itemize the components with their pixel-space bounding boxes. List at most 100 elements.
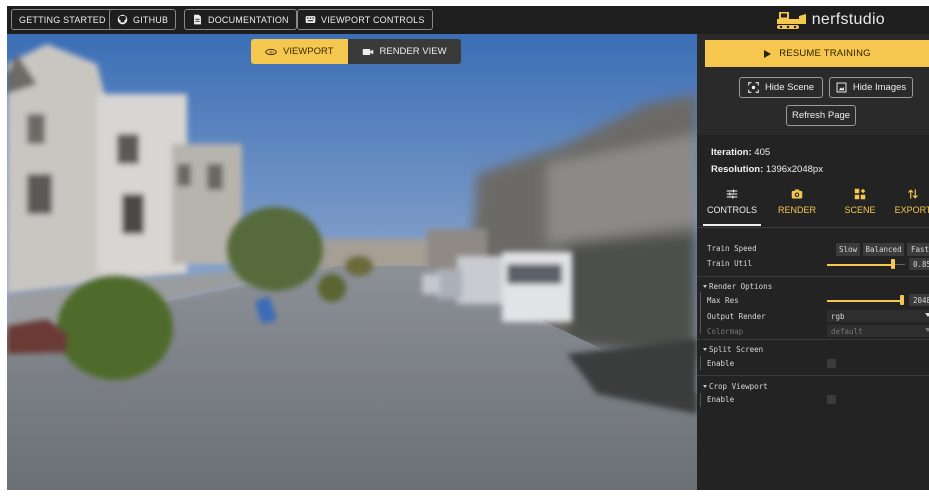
- github-icon: [117, 14, 128, 25]
- camera-icon: [791, 189, 803, 199]
- hide-scene-label: Hide Scene: [764, 82, 815, 93]
- scene-focus-icon: [748, 82, 759, 93]
- split-screen-header[interactable]: Split Screen: [703, 345, 763, 354]
- train-speed-label: Train Speed: [707, 244, 757, 253]
- section-divider: [697, 276, 929, 277]
- image-icon: [836, 82, 847, 93]
- tab-scene[interactable]: SCENE: [832, 188, 888, 224]
- crop-viewport-enable-checkbox[interactable]: [827, 395, 836, 404]
- train-util-label: Train Util: [707, 259, 753, 268]
- chevron-down-icon: [703, 385, 707, 388]
- split-screen-enable-label: Enable: [707, 359, 735, 368]
- nerfstudio-logo: nerfstudio: [775, 8, 885, 32]
- play-icon: [764, 49, 772, 58]
- scene-icon: [854, 188, 866, 200]
- video-icon: [362, 48, 373, 55]
- scene-render: [7, 34, 697, 490]
- tab-controls-label: CONTROLS: [706, 205, 757, 215]
- crop-viewport-folder-line: [700, 393, 701, 407]
- getting-started-label: GETTING STARTED: [19, 14, 106, 25]
- iteration-label: Iteration:: [711, 147, 752, 158]
- train-speed-slow-button[interactable]: Slow: [836, 243, 860, 256]
- section-divider: [697, 375, 929, 376]
- train-util-input[interactable]: 0.85: [909, 258, 929, 270]
- split-screen-enable-checkbox[interactable]: [827, 359, 836, 368]
- active-tab-indicator: [703, 224, 761, 226]
- github-label: GITHUB: [133, 14, 169, 25]
- viewport-controls-button[interactable]: VIEWPORT CONTROLS: [297, 9, 433, 30]
- keyboard-icon: [305, 16, 316, 23]
- getting-started-button[interactable]: GETTING STARTED: [11, 9, 114, 30]
- render-view-tab-label: RENDER VIEW: [379, 46, 447, 57]
- viewport-tab-label: VIEWPORT: [283, 46, 334, 57]
- chevron-down-icon: [703, 348, 707, 351]
- render-options-header[interactable]: Render Options: [703, 282, 772, 291]
- tab-export[interactable]: EXPORT: [885, 188, 929, 224]
- resolution-label: Resolution:: [711, 164, 764, 175]
- tab-render-label: RENDER: [777, 205, 816, 215]
- hide-images-button[interactable]: Hide Images: [829, 77, 913, 98]
- colormap-select[interactable]: default: [827, 325, 929, 337]
- tab-scene-label: SCENE: [844, 205, 876, 215]
- view-mode-toggle: 3D VIEWPORT RENDER VIEW: [251, 39, 461, 64]
- max-res-label: Max Res: [707, 296, 739, 305]
- hide-scene-button[interactable]: Hide Scene: [739, 77, 823, 98]
- train-speed-fast-label: Fast: [911, 245, 929, 254]
- documentation-button[interactable]: DOCUMENTATION: [184, 9, 297, 30]
- top-bar: GETTING STARTED GITHUB DOCUMENTATION VIE…: [7, 6, 929, 34]
- output-render-label: Output Render: [707, 312, 766, 321]
- chevron-down-icon: [703, 285, 707, 288]
- viewport-controls-label: VIEWPORT CONTROLS: [321, 14, 425, 25]
- tab-render[interactable]: RENDER: [769, 188, 825, 224]
- colormap-label: Colormap: [707, 327, 744, 336]
- nerfstudio-app: GETTING STARTED GITHUB DOCUMENTATION VIE…: [7, 6, 929, 490]
- svg-text:3D: 3D: [268, 50, 273, 54]
- split-screen-title: Split Screen: [709, 345, 764, 354]
- resolution-value: 1396x2048px: [765, 164, 823, 175]
- training-info: Iteration: 405 Resolution: 1396x2048px: [711, 144, 823, 178]
- train-speed-balanced-label: Balanced: [865, 245, 902, 254]
- crop-viewport-header[interactable]: Crop Viewport: [703, 382, 768, 391]
- dropdown-caret-icon: [925, 313, 929, 317]
- panel-tabs: CONTROLS RENDER SCENE EXPORT: [697, 184, 929, 226]
- control-panel: RESUME TRAINING Hide Scene Hide Images R…: [697, 34, 929, 490]
- export-icon: [908, 189, 918, 199]
- crop-viewport-title: Crop Viewport: [709, 382, 768, 391]
- resume-training-label: RESUME TRAINING: [779, 48, 871, 59]
- tab-export-label: EXPORT: [894, 205, 929, 215]
- max-res-slider-fill: [827, 300, 904, 302]
- max-res-value: 2048: [912, 295, 929, 305]
- refresh-page-button[interactable]: Refresh Page: [786, 105, 856, 126]
- max-res-slider-handle[interactable]: [900, 295, 904, 305]
- tab-controls[interactable]: CONTROLS: [704, 188, 760, 224]
- section-divider: [697, 339, 929, 340]
- documentation-label: DOCUMENTATION: [208, 14, 289, 25]
- refresh-page-label: Refresh Page: [791, 110, 851, 121]
- 3d-rotate-icon: 3D: [265, 48, 277, 55]
- sliders-icon: [726, 189, 738, 199]
- crop-viewport-enable-label: Enable: [707, 395, 735, 404]
- hide-images-label: Hide Images: [852, 82, 907, 93]
- output-render-value: rgb: [831, 311, 845, 321]
- train-speed-fast-button[interactable]: Fast: [907, 243, 929, 256]
- document-icon: [194, 14, 201, 25]
- dropdown-caret-icon: [925, 328, 929, 332]
- train-speed-balanced-button[interactable]: Balanced: [863, 243, 904, 256]
- output-render-select[interactable]: rgb: [827, 310, 929, 322]
- train-speed-slow-label: Slow: [838, 245, 858, 254]
- viewport-tab[interactable]: 3D VIEWPORT: [251, 39, 348, 64]
- iteration-value: 405: [754, 147, 771, 158]
- render-options-title: Render Options: [709, 282, 773, 291]
- 3d-viewport[interactable]: 3D VIEWPORT RENDER VIEW: [7, 34, 697, 490]
- resume-training-button[interactable]: RESUME TRAINING: [705, 40, 929, 67]
- train-util-slider-handle[interactable]: [891, 259, 895, 269]
- max-res-input[interactable]: 2048: [909, 294, 929, 306]
- github-button[interactable]: GITHUB: [109, 9, 177, 30]
- tabs-divider: [697, 227, 929, 228]
- colormap-value: default: [831, 326, 863, 336]
- render-options-folder-line: [700, 292, 701, 334]
- train-util-slider-fill: [827, 264, 893, 266]
- render-view-tab[interactable]: RENDER VIEW: [347, 39, 461, 64]
- train-util-value: 0.85: [912, 259, 929, 269]
- brand-name: nerfstudio: [811, 11, 885, 28]
